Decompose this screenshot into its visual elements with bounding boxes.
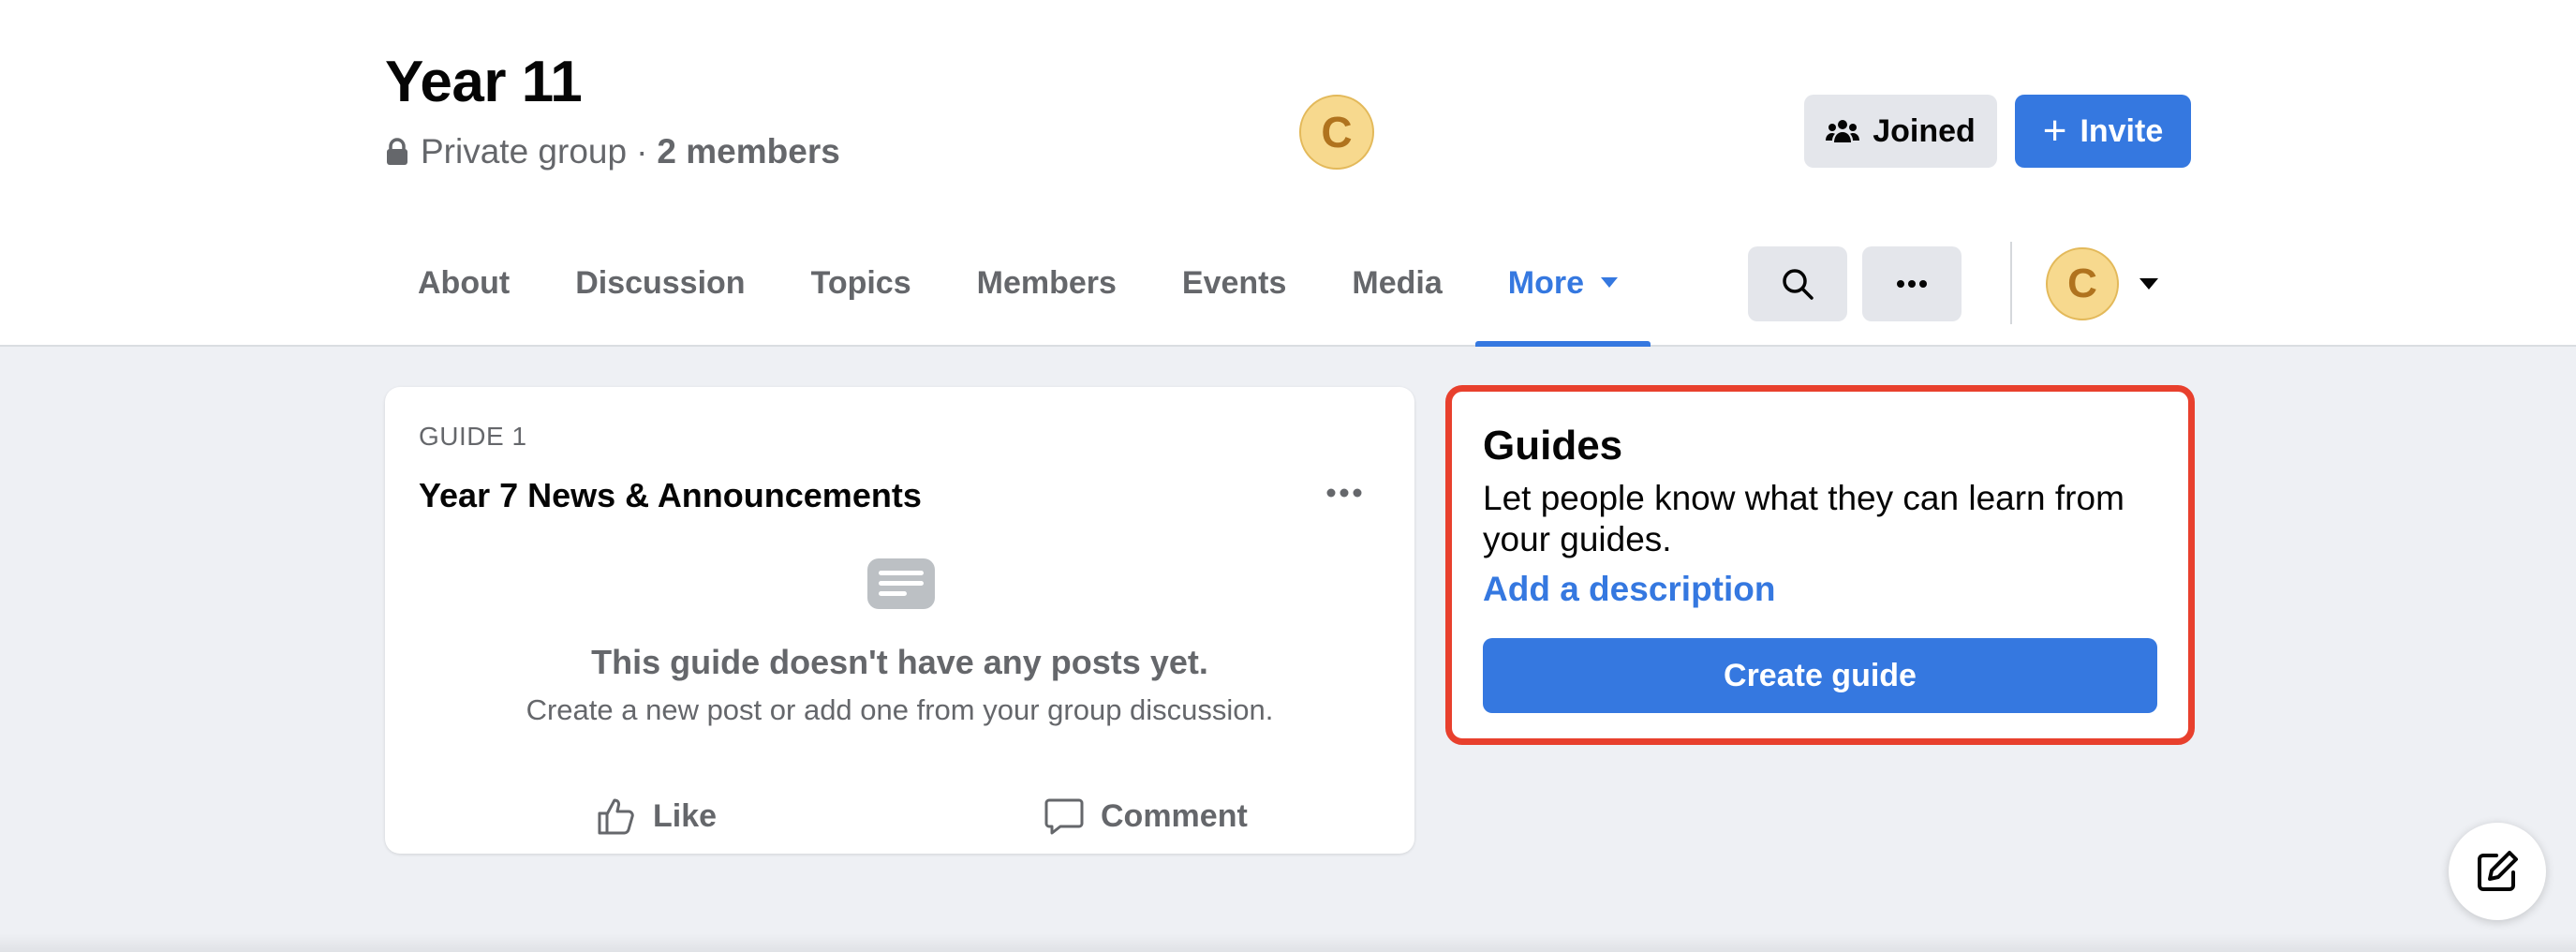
guides-description: Let people know what they can learn from… <box>1483 479 2124 558</box>
empty-state-subtitle: Create a new post or add one from your g… <box>526 693 1274 726</box>
lock-icon <box>387 138 407 165</box>
plus-icon: + <box>2042 108 2067 154</box>
tab-label: Events <box>1181 265 1287 301</box>
guides-heading: Guides <box>1483 423 1623 469</box>
ellipsis-icon <box>1897 280 1927 288</box>
document-icon <box>867 558 935 609</box>
tab-members[interactable]: Members <box>944 240 1149 347</box>
group-tabs: About Discussion Topics Members Events M… <box>385 240 1651 347</box>
tab-topics[interactable]: Topics <box>778 240 944 347</box>
tab-media[interactable]: Media <box>1319 240 1474 347</box>
invite-button[interactable]: + Invite <box>2015 95 2191 168</box>
tab-events[interactable]: Events <box>1149 240 1320 347</box>
comment-icon <box>1044 798 1084 835</box>
invite-label: Invite <box>2080 112 2164 149</box>
guide-options-button[interactable] <box>1316 469 1372 516</box>
group-header: Year 11 Private group · 2 members C Join… <box>0 0 2576 347</box>
create-guide-button[interactable]: Create guide <box>1483 638 2157 713</box>
like-button[interactable]: Like <box>597 790 717 842</box>
comment-label: Comment <box>1101 797 1248 834</box>
people-icon <box>1826 120 1860 142</box>
tab-label: Discussion <box>575 265 746 301</box>
member-count[interactable]: 2 members <box>657 132 839 171</box>
add-description-link[interactable]: Add a description <box>1483 570 1775 609</box>
tab-about[interactable]: About <box>385 240 542 347</box>
tab-label: About <box>418 265 511 301</box>
tab-discussion[interactable]: Discussion <box>542 240 777 347</box>
meta-separator: · <box>636 132 648 171</box>
like-label: Like <box>653 797 718 834</box>
caret-down-icon <box>1601 276 1618 288</box>
group-title: Year 11 <box>385 50 583 114</box>
group-meta: Private group · 2 members <box>385 132 840 171</box>
more-options-button[interactable] <box>1862 246 1962 321</box>
scroll-shadow <box>0 933 2576 952</box>
guide-number: GUIDE 1 <box>419 422 527 451</box>
guide-card: GUIDE 1 Year 7 News & Announcements This… <box>385 387 1414 854</box>
profile-avatar[interactable]: C <box>2046 247 2119 320</box>
comment-button[interactable]: Comment <box>1044 790 1248 842</box>
compose-button[interactable] <box>2449 823 2546 920</box>
guide-title[interactable]: Year 7 News & Announcements <box>419 476 922 515</box>
tab-label: More <box>1507 265 1584 301</box>
caret-down-icon[interactable] <box>2139 278 2158 290</box>
like-icon <box>598 798 634 835</box>
search-button[interactable] <box>1748 246 1847 321</box>
nav-divider <box>2010 242 2012 324</box>
compose-icon <box>2478 851 2518 891</box>
joined-label: Joined <box>1873 112 1976 149</box>
empty-state-title: This guide doesn't have any posts yet. <box>591 643 1208 681</box>
tab-more[interactable]: More <box>1474 240 1651 347</box>
member-avatar[interactable]: C <box>1299 95 1374 170</box>
tab-label: Members <box>976 265 1117 301</box>
search-icon <box>1783 269 1814 300</box>
tab-label: Media <box>1352 265 1443 301</box>
joined-button[interactable]: Joined <box>1804 95 1997 168</box>
guides-panel: Guides Let people know what they can lea… <box>1445 385 2195 745</box>
privacy-label: Private group <box>421 132 628 171</box>
ellipsis-icon <box>1326 488 1362 498</box>
tab-label: Topics <box>810 265 911 301</box>
